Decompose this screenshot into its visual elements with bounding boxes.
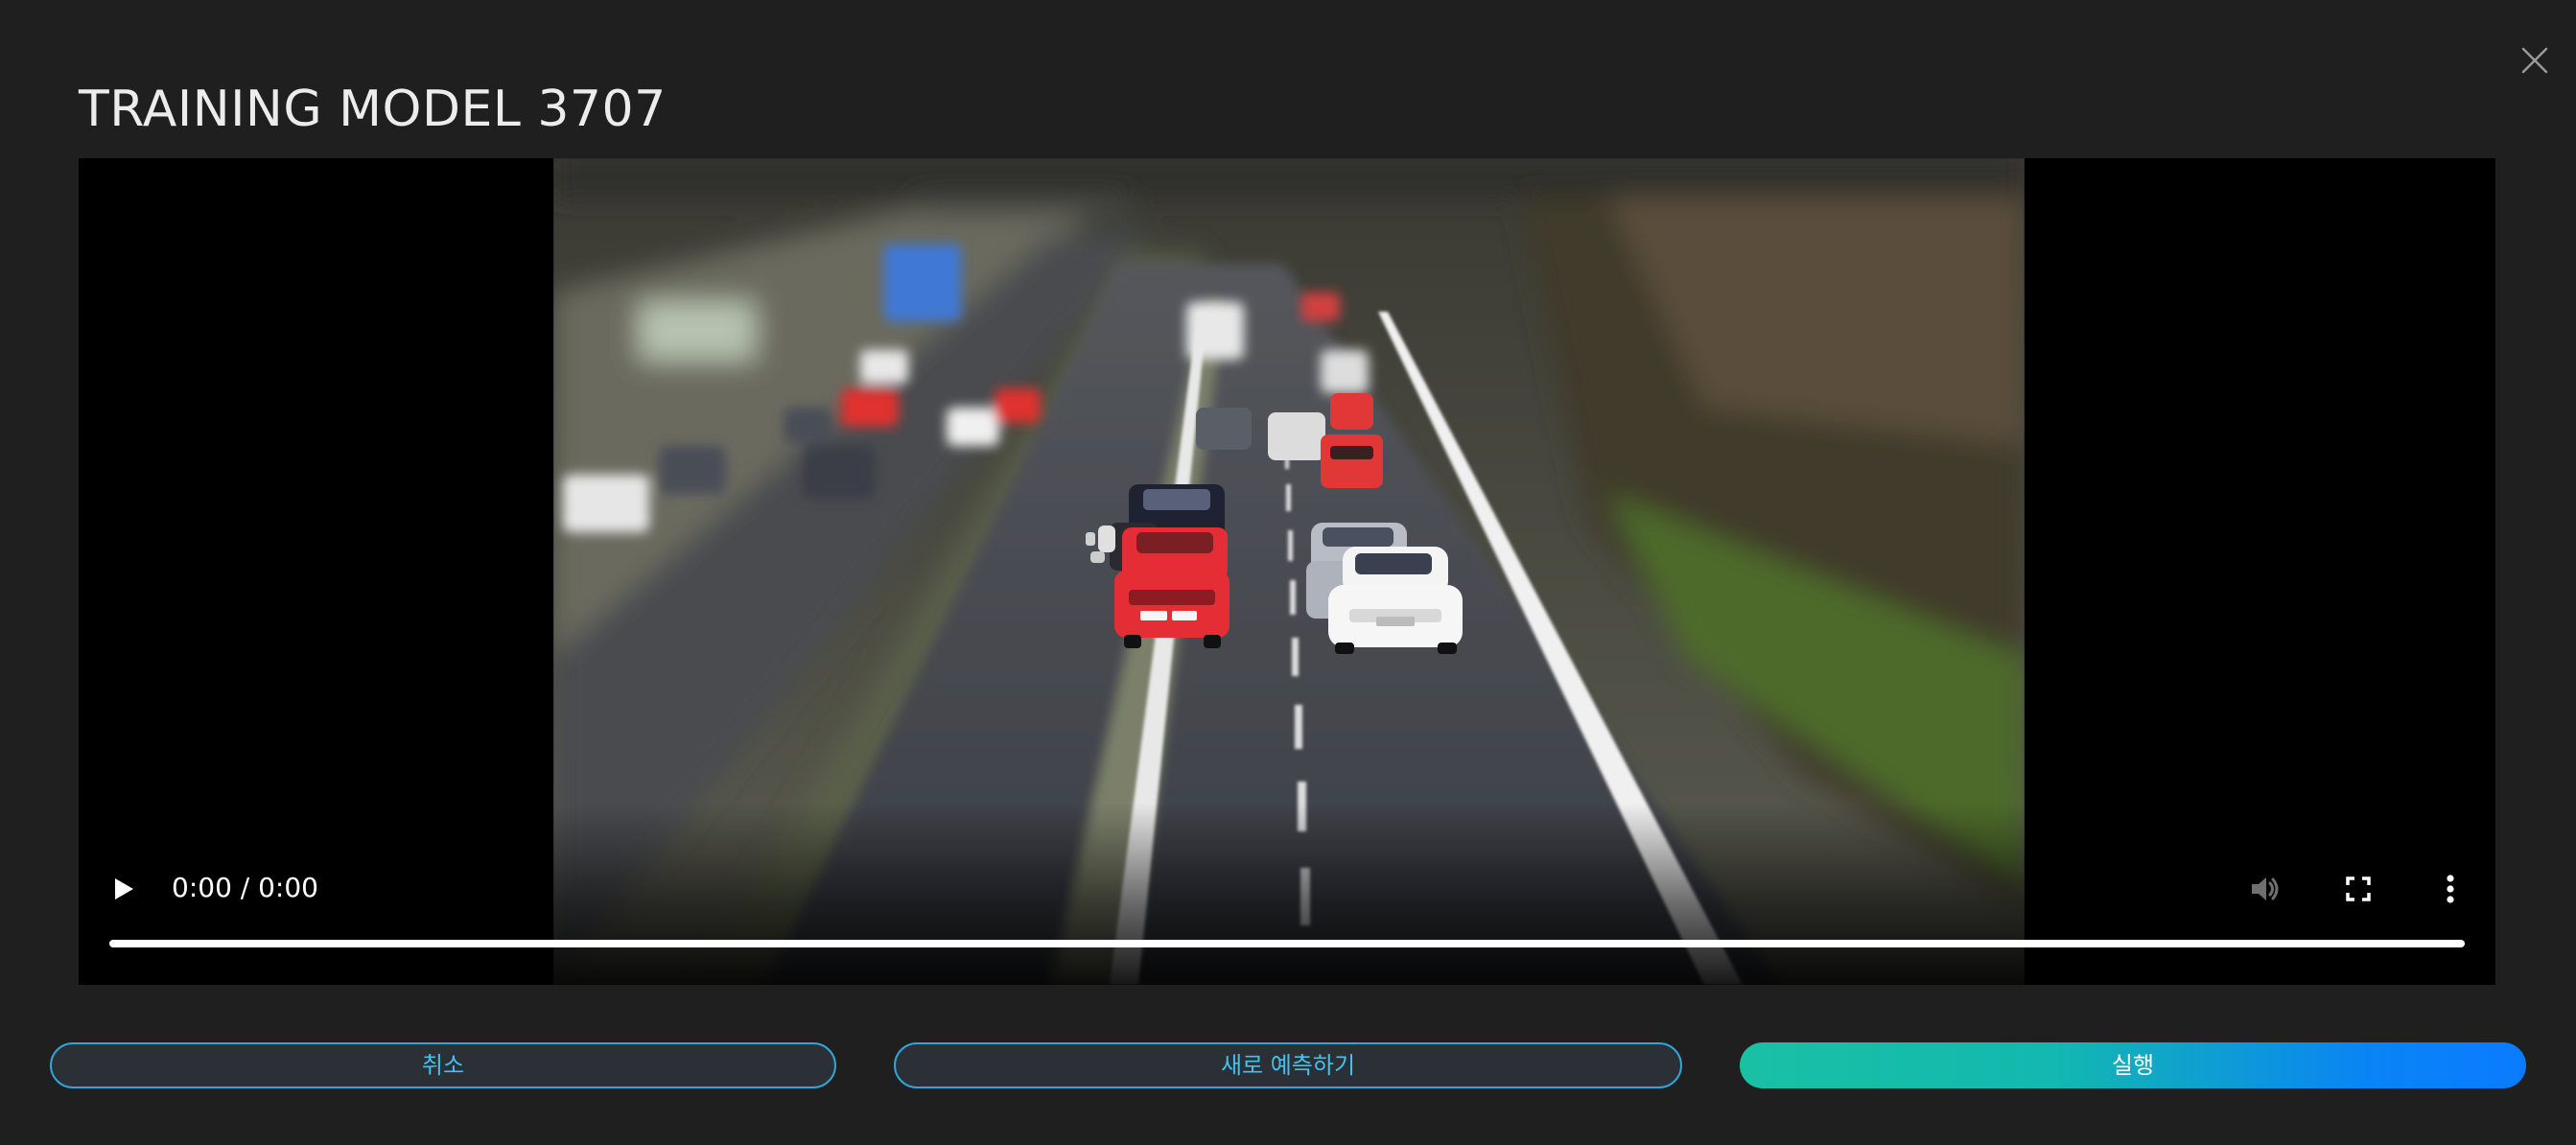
run-button[interactable]: 실행 — [1740, 1042, 2526, 1088]
close-icon[interactable] — [2518, 44, 2551, 77]
more-vertical-icon[interactable] — [2431, 870, 2470, 908]
fullscreen-icon[interactable] — [2339, 870, 2377, 908]
training-model-dialog: TRAINING MODEL 3707 0:00 / 0:00 취소 새로 예측… — [0, 0, 2576, 1145]
play-icon[interactable] — [104, 870, 142, 908]
controls-overlay — [79, 803, 2495, 985]
volume-icon[interactable] — [2246, 870, 2284, 908]
cancel-button[interactable]: 취소 — [50, 1042, 836, 1088]
new-predict-button[interactable]: 새로 예측하기 — [894, 1042, 1682, 1088]
dialog-title: TRAINING MODEL 3707 — [79, 81, 667, 138]
video-player[interactable]: 0:00 / 0:00 — [79, 158, 2495, 985]
time-display: 0:00 / 0:00 — [172, 872, 318, 903]
progress-bar[interactable] — [109, 940, 2465, 947]
